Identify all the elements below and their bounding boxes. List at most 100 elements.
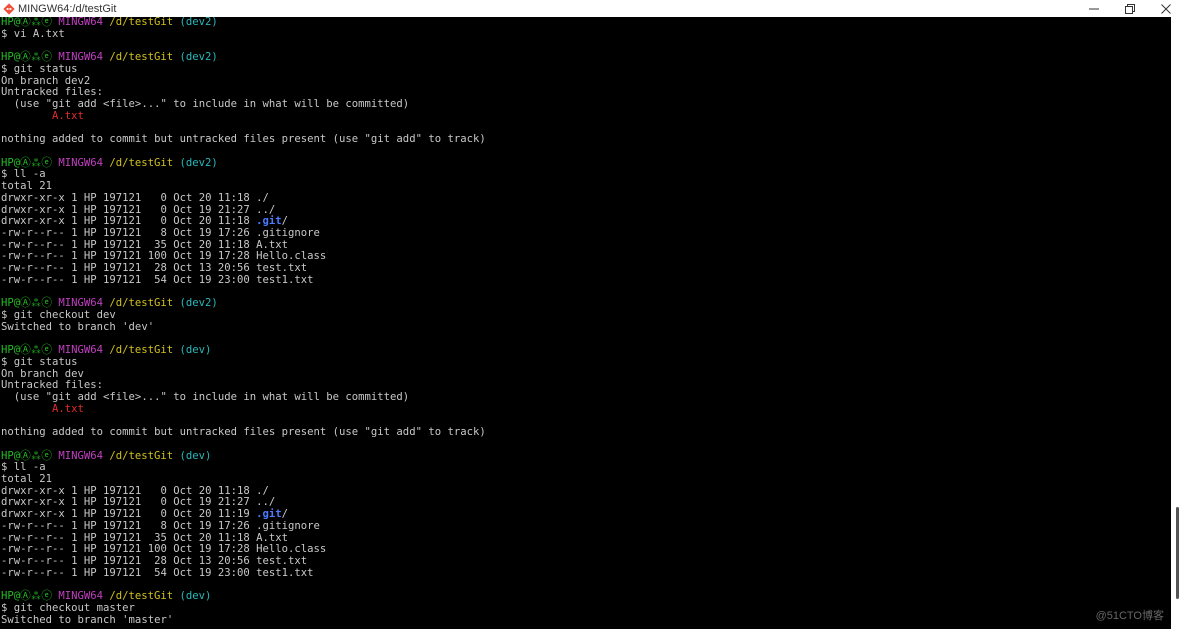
terminal-text: drwxr-xr-x 1 HP 197121 0 Oct 20 11:18 ./ xyxy=(1,484,269,497)
close-button[interactable] xyxy=(1148,0,1184,17)
terminal-text-magenta: MINGW64 xyxy=(58,297,103,310)
terminal-text-green: HP@Ⓐ⁂ⓔ xyxy=(1,51,52,64)
terminal-line: Switched to branch 'dev' xyxy=(1,320,1171,334)
window-title: MINGW64:/d/testGit xyxy=(18,2,117,15)
terminal-text: -rw-r--r-- 1 HP 197121 100 Oct 19 17:28 … xyxy=(1,543,327,556)
terminal-text: drwxr-xr-x 1 HP 197121 0 Oct 20 11:19 xyxy=(1,508,257,521)
terminal-text: $ vi A.txt xyxy=(1,27,65,40)
terminal-text: total 21 xyxy=(1,473,53,486)
terminal-text-cyan: (dev2) xyxy=(179,156,218,169)
terminal-line: HP@Ⓐ⁂ⓔ MINGW64 /d/testGit (dev) xyxy=(1,449,1171,463)
terminal-line: HP@Ⓐ⁂ⓔ MINGW64 /d/testGit (dev2) xyxy=(1,51,1171,64)
restore-icon xyxy=(1125,3,1135,14)
terminal-text: Untracked files: xyxy=(1,379,104,392)
terminal-text: Untracked files: xyxy=(1,86,104,99)
terminal-text-cyan: (dev) xyxy=(179,344,212,357)
terminal-text: $ git checkout master xyxy=(1,601,135,614)
terminal-text-green: HP@Ⓐ⁂ⓔ xyxy=(1,344,52,357)
terminal-text-green: HP@Ⓐ⁂ⓔ xyxy=(1,156,52,169)
terminal-text-yellow: /d/testGit xyxy=(109,17,174,28)
terminal-line: $ git checkout master xyxy=(1,601,1171,615)
terminal-text: drwxr-xr-x 1 HP 197121 0 Oct 19 21:27 ..… xyxy=(1,496,276,509)
terminal-text: drwxr-xr-x 1 HP 197121 0 Oct 20 11:18 xyxy=(1,215,257,228)
vertical-scrollbar[interactable] xyxy=(1171,17,1184,629)
terminal-text-red: A.txt xyxy=(52,109,84,122)
terminal-text: On branch dev xyxy=(1,367,84,380)
terminal-text-cyan: (dev) xyxy=(179,590,212,603)
terminal-text-magenta: MINGW64 xyxy=(58,449,103,462)
terminal-line: On branch dev2 xyxy=(1,75,1171,88)
terminal-text: $ git checkout dev xyxy=(1,308,116,321)
terminal-text: -rw-r--r-- 1 HP 197121 35 Oct 20 11:18 A… xyxy=(1,531,289,544)
terminal-text-yellow: /d/testGit xyxy=(109,156,174,169)
terminal-text: nothing added to commit but untracked fi… xyxy=(1,133,486,146)
terminal-text: Switched to branch 'dev' xyxy=(1,320,155,333)
terminal-text-cyan: (dev2) xyxy=(179,17,218,28)
terminal-line: $ git status xyxy=(1,355,1171,369)
terminal-line: $ ll -a xyxy=(1,461,1171,474)
scrollbar-thumb[interactable] xyxy=(1176,507,1179,599)
terminal-text-magenta: MINGW64 xyxy=(58,590,103,603)
terminal-text-cyan: (dev2) xyxy=(179,297,218,310)
terminal-line: HP@Ⓐ⁂ⓔ MINGW64 /d/testGit (dev) xyxy=(1,344,1171,357)
terminal-line: nothing added to commit but untracked fi… xyxy=(1,426,1171,439)
close-icon xyxy=(1161,3,1171,14)
terminal-line: HP@Ⓐ⁂ⓔ MINGW64 /d/testGit (dev) xyxy=(1,590,1171,603)
terminal-line: $ ll -a xyxy=(1,168,1171,181)
terminal-output[interactable]: HP@Ⓐ⁂ⓔ MINGW64 /d/testGit (dev2) $ vi A.t… xyxy=(0,17,1171,629)
terminal-text: -rw-r--r-- 1 HP 197121 100 Oct 19 17:28 … xyxy=(1,250,327,263)
terminal-text: -rw-r--r-- 1 HP 197121 28 Oct 13 20:56 t… xyxy=(1,262,308,275)
terminal-line: HP@Ⓐ⁂ⓔ MINGW64 /d/testGit (dev2) xyxy=(1,156,1171,170)
terminal-line: HP@Ⓐ⁂ⓔ MINGW64 /d/testGit (dev2) xyxy=(1,17,1171,29)
terminal-text: $ ll -a xyxy=(1,168,46,181)
terminal-line: -rw-r--r-- 1 HP 197121 54 Oct 19 23:00 t… xyxy=(1,566,1171,580)
terminal-text-yellow: /d/testGit xyxy=(109,344,174,357)
terminal-text-magenta: MINGW64 xyxy=(58,17,103,28)
terminal-text: (use "git add <file>..." to include in w… xyxy=(1,391,410,403)
terminal-text-magenta: MINGW64 xyxy=(58,51,103,64)
terminal-text-yellow: /d/testGit xyxy=(109,590,174,603)
terminal-text-cyan: (dev2) xyxy=(179,51,218,64)
terminal-line: -rw-r--r-- 1 HP 197121 54 Oct 19 23:00 t… xyxy=(1,274,1171,287)
terminal-text-magenta: MINGW64 xyxy=(58,156,103,169)
terminal-line: A.txt xyxy=(1,402,1171,416)
terminal-text: $ git status xyxy=(1,355,78,368)
terminal-line: $ vi A.txt xyxy=(1,27,1171,41)
terminal-text-yellow: /d/testGit xyxy=(109,51,174,64)
terminal-line: On branch dev xyxy=(1,367,1171,381)
terminal-text-green: HP@Ⓐ⁂ⓔ xyxy=(1,17,52,28)
terminal-line: (use "git add <file>..." to include in w… xyxy=(1,391,1171,404)
terminal-text: -rw-r--r-- 1 HP 197121 54 Oct 19 23:00 t… xyxy=(1,566,314,579)
terminal-text: -rw-r--r-- 1 HP 197121 28 Oct 13 20:56 t… xyxy=(1,555,308,568)
terminal-text: drwxr-xr-x 1 HP 197121 0 Oct 20 11:18 ./ xyxy=(1,191,269,204)
terminal-text: / xyxy=(281,508,289,521)
terminal-text: total 21 xyxy=(1,180,53,193)
restore-button[interactable] xyxy=(1112,0,1148,17)
terminal-line: (use "git add <file>..." to include in w… xyxy=(1,98,1171,111)
terminal-text: / xyxy=(281,215,289,228)
minimize-button[interactable] xyxy=(1076,0,1112,17)
terminal-line: $ git status xyxy=(1,62,1171,76)
terminal-text: (use "git add <file>..." to include in w… xyxy=(1,98,410,111)
title-bar[interactable]: MINGW64:/d/testGit xyxy=(0,0,1184,17)
terminal-text-red: A.txt xyxy=(52,402,84,415)
terminal-text-blue: .git xyxy=(256,508,282,521)
terminal-text: $ git status xyxy=(1,62,78,75)
terminal-text: Switched to branch 'master' xyxy=(1,613,174,626)
terminal-text: $ ll -a xyxy=(1,461,46,474)
terminal-line: Switched to branch 'master' xyxy=(1,613,1171,627)
terminal-line: $ git checkout dev xyxy=(1,308,1171,322)
window-controls xyxy=(1076,0,1184,17)
terminal-text-cyan: (dev) xyxy=(179,449,212,462)
terminal-window: MINGW64:/d/testGit HP@Ⓐ⁂ⓔ MINGW64 /d/tes… xyxy=(0,0,1184,629)
terminal-text-yellow: /d/testGit xyxy=(109,297,174,310)
minimize-icon xyxy=(1089,8,1099,9)
terminal-text-green: HP@Ⓐ⁂ⓔ xyxy=(1,297,52,310)
terminal-line: nothing added to commit but untracked fi… xyxy=(1,133,1171,146)
terminal-text-green: HP@Ⓐ⁂ⓔ xyxy=(1,449,52,462)
terminal-text-magenta: MINGW64 xyxy=(58,344,103,357)
git-bash-icon xyxy=(3,2,15,15)
watermark: @51CTO博客 xyxy=(1095,610,1164,622)
